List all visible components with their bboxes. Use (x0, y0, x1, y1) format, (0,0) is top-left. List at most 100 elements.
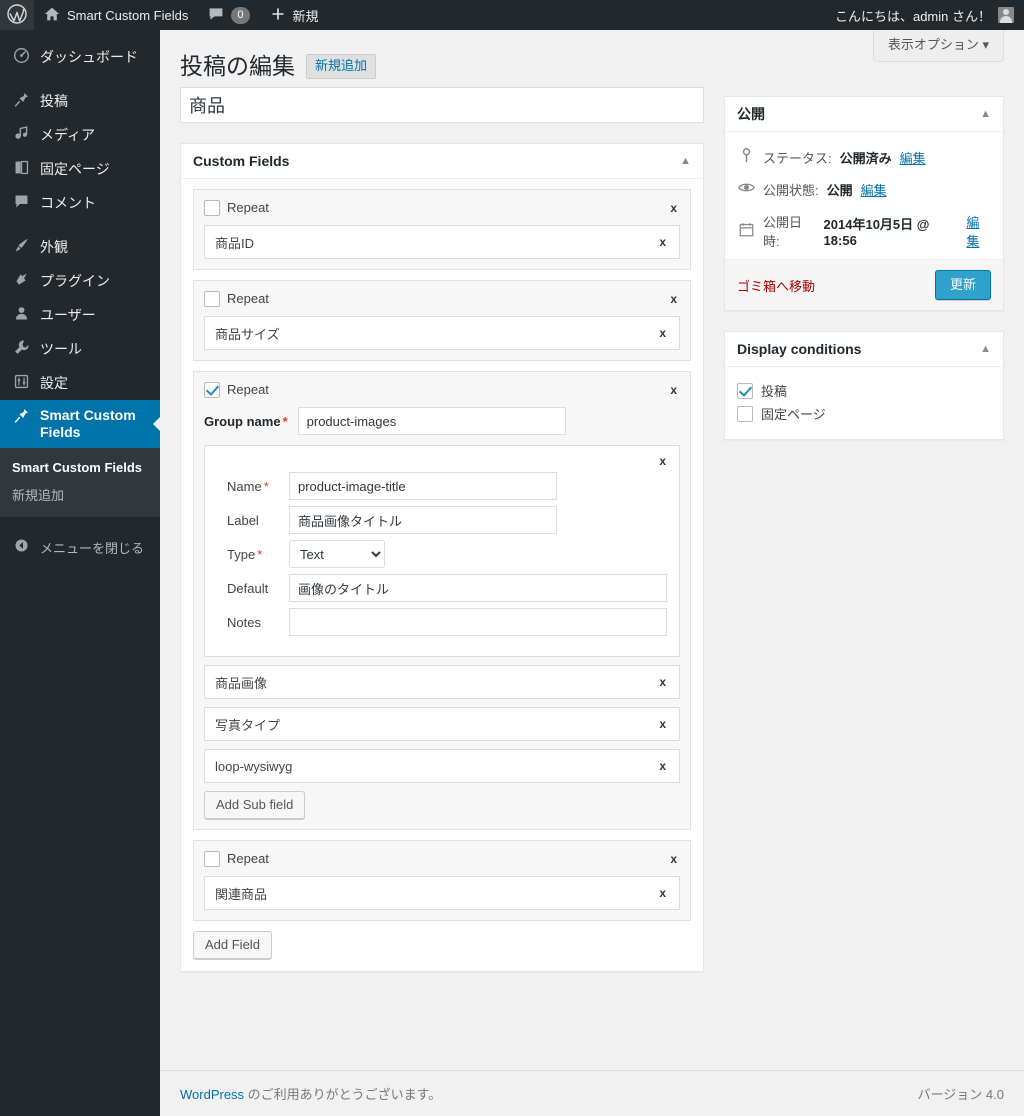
display-conditions-postbox: Display conditions ▲ 投稿 固定ページ (724, 331, 1004, 440)
comments-button[interactable]: 0 (198, 0, 259, 30)
custom-field-row[interactable]: 写真タイプ x (204, 707, 680, 741)
move-to-trash-link[interactable]: ゴミ箱へ移動 (737, 276, 815, 295)
sub-field-default-label: Default (227, 580, 269, 596)
sub-field-name-label: Name * (227, 478, 269, 494)
chevron-up-icon[interactable]: ▲ (680, 155, 691, 167)
remove-field-button[interactable]: x (656, 759, 669, 773)
custom-field-group-header: Repeat x (204, 850, 680, 867)
custom-field-row[interactable]: 商品画像 x (204, 665, 680, 699)
chevron-down-icon: ▾ (982, 37, 989, 52)
remove-group-button[interactable]: x (667, 292, 680, 306)
sidebar-submenu: Smart Custom Fields 新規追加 (0, 447, 160, 517)
comments-count-badge: 0 (231, 6, 250, 24)
admin-sidebar-menu: ダッシュボード 投稿 メディア 固定ページ コメント 外観 プラグイン ユーザー… (0, 30, 161, 1116)
appearance-brush-icon (11, 237, 31, 257)
new-content-button[interactable]: 新規 (260, 0, 329, 30)
repeat-checkbox[interactable] (204, 199, 220, 216)
condition-item-page[interactable]: 固定ページ (737, 402, 991, 425)
sidebar-item-label: 投稿 (40, 92, 68, 109)
page-icon (11, 159, 31, 179)
remove-sub-field-button[interactable]: x (656, 454, 669, 468)
collapse-menu-button[interactable]: メニューを閉じる (0, 531, 160, 565)
sidebar-item-appearance[interactable]: 外観 (0, 230, 160, 264)
sidebar-item-dashboard[interactable]: ダッシュボード (0, 40, 160, 74)
user-avatar-icon (998, 7, 1014, 23)
edit-visibility-link[interactable]: 編集 (861, 180, 887, 199)
custom-field-label: 関連商品 (215, 886, 268, 902)
custom-field-row[interactable]: 商品ID x (204, 225, 680, 259)
sidebar-item-comments[interactable]: コメント (0, 186, 160, 220)
repeat-checkbox-label[interactable]: Repeat (204, 199, 269, 216)
custom-fields-postbox-header[interactable]: Custom Fields ▲ (181, 144, 703, 179)
sidebar-item-tools[interactable]: ツール (0, 332, 160, 366)
update-button[interactable]: 更新 (934, 270, 991, 300)
remove-group-button[interactable]: x (667, 852, 680, 866)
sub-field-type-select[interactable]: TextTextareaSelectCheckboxRadioWYSIWYGIm… (289, 540, 385, 568)
repeat-checkbox[interactable] (204, 290, 220, 307)
remove-field-button[interactable]: x (656, 886, 669, 900)
repeat-checkbox-label[interactable]: Repeat (204, 381, 269, 398)
repeat-label: Repeat (227, 851, 269, 866)
custom-field-row[interactable]: 商品サイズ x (204, 316, 680, 350)
remove-group-button[interactable]: x (667, 201, 680, 215)
sub-field-name-input[interactable] (289, 472, 557, 500)
condition-checkbox[interactable] (737, 405, 753, 422)
site-name-button[interactable]: Smart Custom Fields (34, 0, 198, 30)
add-field-button[interactable]: Add Field (193, 931, 272, 959)
add-sub-field-button[interactable]: Add Sub field (204, 791, 306, 819)
footer-version: バージョン 4.0 (917, 1087, 1004, 1102)
post-title-input[interactable] (180, 87, 704, 123)
edit-status-link[interactable]: 編集 (900, 148, 926, 167)
remove-field-button[interactable]: x (656, 717, 669, 731)
screen-options-button[interactable]: 表示オプション ▾ (872, 30, 1004, 62)
sidebar-item-posts[interactable]: 投稿 (0, 84, 160, 118)
remove-field-button[interactable]: x (656, 675, 669, 689)
custom-field-row[interactable]: 関連商品 x (204, 876, 680, 910)
sidebar-item-media[interactable]: メディア (0, 118, 160, 152)
post-visibility-value: 公開 (826, 183, 853, 198)
wordpress-logo-button[interactable] (0, 0, 34, 30)
sub-field-default-input[interactable] (289, 574, 667, 602)
custom-field-label: 商品画像 (215, 675, 268, 691)
sub-field-notes-input[interactable] (289, 608, 667, 636)
my-account-button[interactable]: こんにちは、admin さん！ (825, 0, 1024, 30)
chevron-up-icon[interactable]: ▲ (980, 108, 991, 120)
sidebar-item-plugins[interactable]: プラグイン (0, 264, 160, 298)
wordpress-link[interactable]: WordPress (180, 1087, 244, 1102)
publish-postbox-header[interactable]: 公開 ▲ (725, 97, 1003, 132)
admin-bar: Smart Custom Fields 0 新規 こんにちは、admin さん！ (0, 0, 1024, 30)
post-visibility-row: 公開状態: 公開 編集 (737, 174, 991, 206)
condition-item-post[interactable]: 投稿 (737, 379, 991, 402)
repeat-checkbox-label[interactable]: Repeat (204, 290, 269, 307)
condition-label: 固定ページ (761, 407, 826, 422)
plus-icon (270, 6, 286, 25)
sidebar-item-smart-custom-fields[interactable]: Smart Custom Fields (0, 400, 161, 448)
custom-field-row[interactable]: loop-wysiwyg x (204, 749, 680, 783)
remove-field-button[interactable]: x (656, 235, 669, 249)
remove-group-button[interactable]: x (667, 383, 680, 397)
site-name-label: Smart Custom Fields (67, 7, 189, 23)
pin-icon (11, 91, 31, 111)
display-conditions-header[interactable]: Display conditions ▲ (725, 332, 1003, 367)
repeat-checkbox[interactable] (204, 381, 220, 398)
post-body: Custom Fields ▲ Repeat x (180, 87, 1004, 992)
sidebar-item-users[interactable]: ユーザー (0, 298, 160, 332)
repeat-checkbox-label[interactable]: Repeat (204, 850, 269, 867)
media-icon (11, 125, 31, 145)
group-name-input[interactable] (297, 407, 566, 435)
edit-date-link[interactable]: 編集 (966, 212, 991, 250)
custom-field-group: Repeat x 関連商品 x (193, 840, 691, 921)
submenu-item-add-new[interactable]: 新規追加 (0, 480, 160, 509)
sub-field-name-row: Name * (217, 472, 667, 500)
condition-checkbox[interactable] (737, 382, 753, 399)
new-content-label: 新規 (292, 8, 319, 24)
chevron-up-icon[interactable]: ▲ (980, 343, 991, 355)
remove-field-button[interactable]: x (656, 326, 669, 340)
submenu-item-smart-custom-fields[interactable]: Smart Custom Fields (0, 455, 160, 480)
sub-field-label-input[interactable] (289, 506, 557, 534)
add-new-button[interactable]: 新規追加 (306, 53, 377, 80)
repeat-checkbox[interactable] (204, 850, 220, 867)
sidebar-item-pages[interactable]: 固定ページ (0, 152, 160, 186)
sidebar-item-settings[interactable]: 設定 (0, 366, 160, 400)
custom-field-group: Repeat x 商品サイズ x (193, 280, 691, 361)
